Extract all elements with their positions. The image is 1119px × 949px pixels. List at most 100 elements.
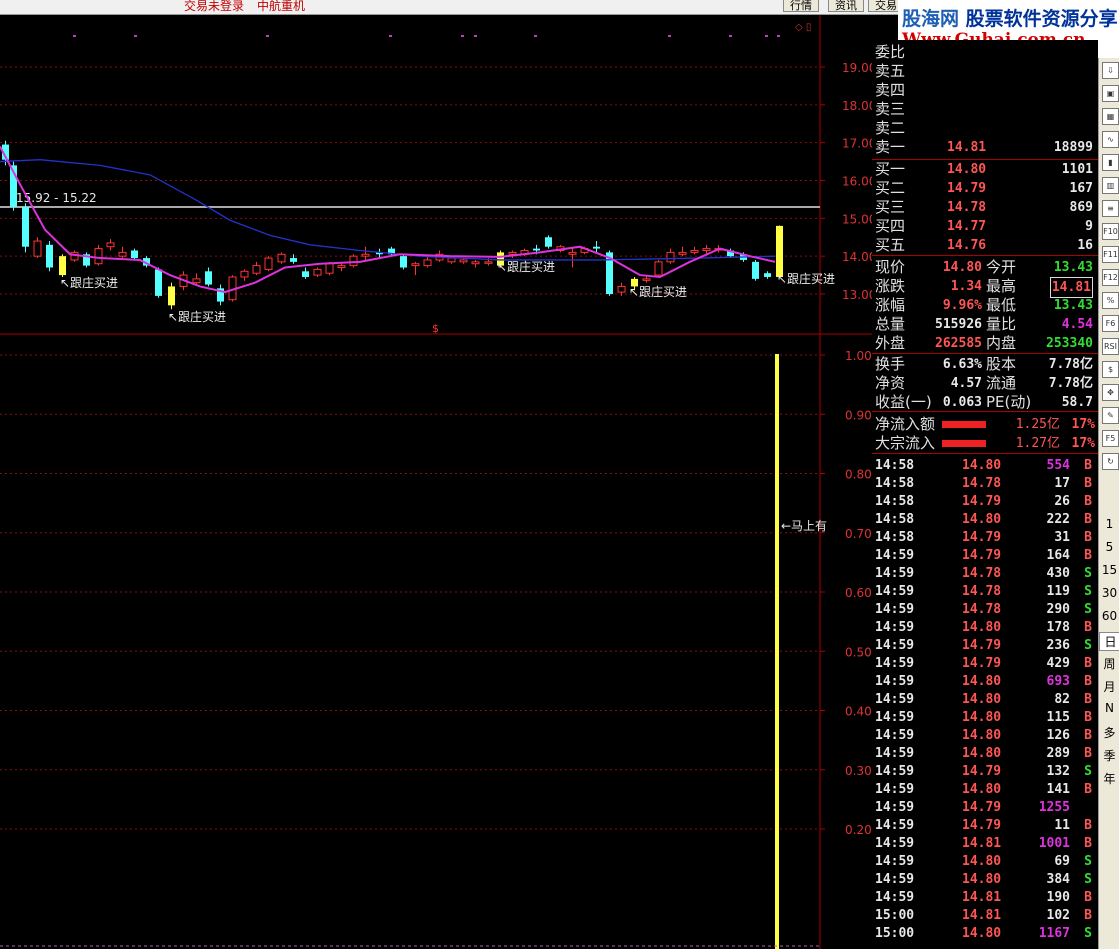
dollar-icon[interactable]: $ (1102, 361, 1119, 378)
candle-body (70, 251, 79, 261)
top-marker (765, 35, 768, 37)
ask-label: 卖三 (875, 100, 906, 118)
period-2[interactable]: 15 (1099, 563, 1119, 577)
candle-body (155, 269, 162, 296)
bid-volume: 1101 (1061, 162, 1093, 177)
trade-tick-row: 14:59 14.79 164 B (872, 547, 1098, 565)
tick-price: 14.78 (962, 476, 1002, 491)
period-7[interactable]: 月 (1099, 678, 1119, 695)
candle-body (642, 278, 651, 281)
signal-bar (775, 354, 779, 949)
ask-volume: 18899 (1053, 140, 1093, 155)
line-chart-icon[interactable]: ∿ (1102, 131, 1119, 148)
period-4[interactable]: 60 (1099, 609, 1119, 623)
f5-icon[interactable]: F5 (1102, 430, 1119, 447)
tick-price: 14.79 (962, 638, 1002, 653)
tick-time: 14:58 (875, 494, 915, 509)
down-arrow-icon[interactable]: ⇩ (1102, 62, 1119, 79)
stat-label: 量比 (986, 315, 1017, 333)
fundamental-row: 收益(一) 0.063 PE(动) 58.7 (872, 393, 1098, 412)
f11-icon[interactable]: F11 (1102, 246, 1119, 263)
list-icon[interactable]: ≡ (1102, 200, 1119, 217)
grid-icon[interactable]: ▦ (1102, 108, 1119, 125)
tick-side: S (1084, 872, 1092, 887)
tick-volume: 289 (1046, 746, 1070, 761)
rsi-icon[interactable]: RSI (1102, 338, 1119, 355)
stat-row: 涨幅 9.96% 最低 13.43 (872, 296, 1098, 315)
tick-time: 14:59 (875, 836, 915, 851)
percent-icon[interactable]: % (1102, 292, 1119, 309)
bid-volume: 9 (1085, 219, 1093, 234)
f10-icon[interactable]: F10 (1102, 223, 1119, 240)
f12-icon[interactable]: F12 (1102, 269, 1119, 286)
tick-side: B (1084, 908, 1092, 923)
candle-body (349, 255, 358, 267)
top-marker (668, 35, 671, 37)
ask-label: 卖一 (875, 138, 906, 156)
stat-label: 最低 (986, 296, 1017, 314)
buy-annotation: ↖跟庄买进 (497, 259, 555, 274)
period-10[interactable]: 季 (1099, 747, 1119, 764)
candle-body (118, 251, 127, 257)
period-0[interactable]: 1 (1099, 517, 1119, 531)
quote-panel: 委比 卖五 卖四 卖三 卖二 卖一 14.81 18899 买一 14.80 1101 买二 14.… (872, 40, 1098, 949)
tick-price: 14.80 (962, 746, 1002, 761)
candle-body (46, 244, 53, 268)
trade-tick-row: 14:59 14.79 236 S (872, 637, 1098, 655)
trade-tick-row: 14:58 14.79 31 B (872, 529, 1098, 547)
period-6[interactable]: 周 (1099, 655, 1119, 672)
f6-icon[interactable]: F6 (1102, 315, 1119, 332)
price-tick-label: 19.00 (842, 61, 872, 75)
period-9[interactable]: 多 (1099, 724, 1119, 741)
tick-volume: 290 (1046, 602, 1070, 617)
trade-tick-row: 14:59 14.81 190 B (872, 889, 1098, 907)
tick-price: 14.80 (962, 782, 1002, 797)
trade-tick-row: 14:59 14.80 82 B (872, 691, 1098, 709)
market-button[interactable]: 行情 (783, 0, 819, 12)
period-11[interactable]: 年 (1099, 770, 1119, 787)
pencil-icon[interactable]: ✎ (1102, 407, 1119, 424)
period-1[interactable]: 5 (1099, 540, 1119, 554)
login-status[interactable]: 交易未登录 (184, 0, 244, 14)
bid-price: 14.77 (947, 219, 987, 234)
trade-tick-row: 14:59 14.78 430 S (872, 565, 1098, 583)
candle-body (361, 253, 370, 257)
bid-price: 14.76 (947, 238, 987, 253)
period-8[interactable]: N (1099, 701, 1119, 715)
indicator-axis: 1.00 0.90 0.80 0.70 0.60 0.50 0.40 0.30 0.20 (820, 349, 872, 837)
kline-chart[interactable]: 19.00 18.00 17.00 16.00 15.00 14.00 13.00 1.00… (0, 15, 872, 949)
candle-icon[interactable]: ▮ (1102, 154, 1119, 171)
refresh-icon[interactable]: ↻ (1102, 453, 1119, 470)
multi-chart-icon[interactable]: ▥ (1102, 177, 1119, 194)
tick-time: 14:58 (875, 458, 915, 473)
tick-volume: 1001 (1038, 836, 1070, 851)
watermark-brand: 股海网 (902, 8, 960, 30)
tick-volume: 429 (1046, 656, 1070, 671)
tick-time: 14:59 (875, 566, 915, 581)
period-5[interactable]: 日 (1099, 632, 1119, 651)
fund-value: 0.063 (942, 395, 982, 410)
candle-body (423, 259, 432, 267)
flow-value: 1.27亿 (1015, 436, 1060, 451)
indicator-tick-label: 0.70 (845, 527, 872, 541)
candle-body (264, 257, 273, 270)
tick-side: B (1084, 728, 1092, 743)
move-icon[interactable]: ✥ (1102, 384, 1119, 401)
tick-time: 14:59 (875, 620, 915, 635)
candle-body (545, 237, 552, 247)
stat-value: 13.43 (1053, 298, 1093, 313)
trade-tick-row: 15:00 14.81 102 B (872, 907, 1098, 925)
tick-price: 14.79 (962, 656, 1002, 671)
ask-price: 14.81 (947, 140, 987, 155)
period-3[interactable]: 30 (1099, 586, 1119, 600)
window-icon[interactable]: ▣ (1102, 85, 1119, 102)
tick-volume: 164 (1046, 548, 1070, 563)
tick-price: 14.81 (962, 890, 1002, 905)
tick-time: 14:58 (875, 512, 915, 527)
news-button[interactable]: 资讯 (828, 0, 864, 12)
trade-tick-row: 14:59 14.80 141 B (872, 781, 1098, 799)
top-marker (461, 35, 464, 37)
tick-side: B (1084, 818, 1092, 833)
tick-volume: 102 (1046, 908, 1070, 923)
tick-time: 15:00 (875, 926, 915, 941)
